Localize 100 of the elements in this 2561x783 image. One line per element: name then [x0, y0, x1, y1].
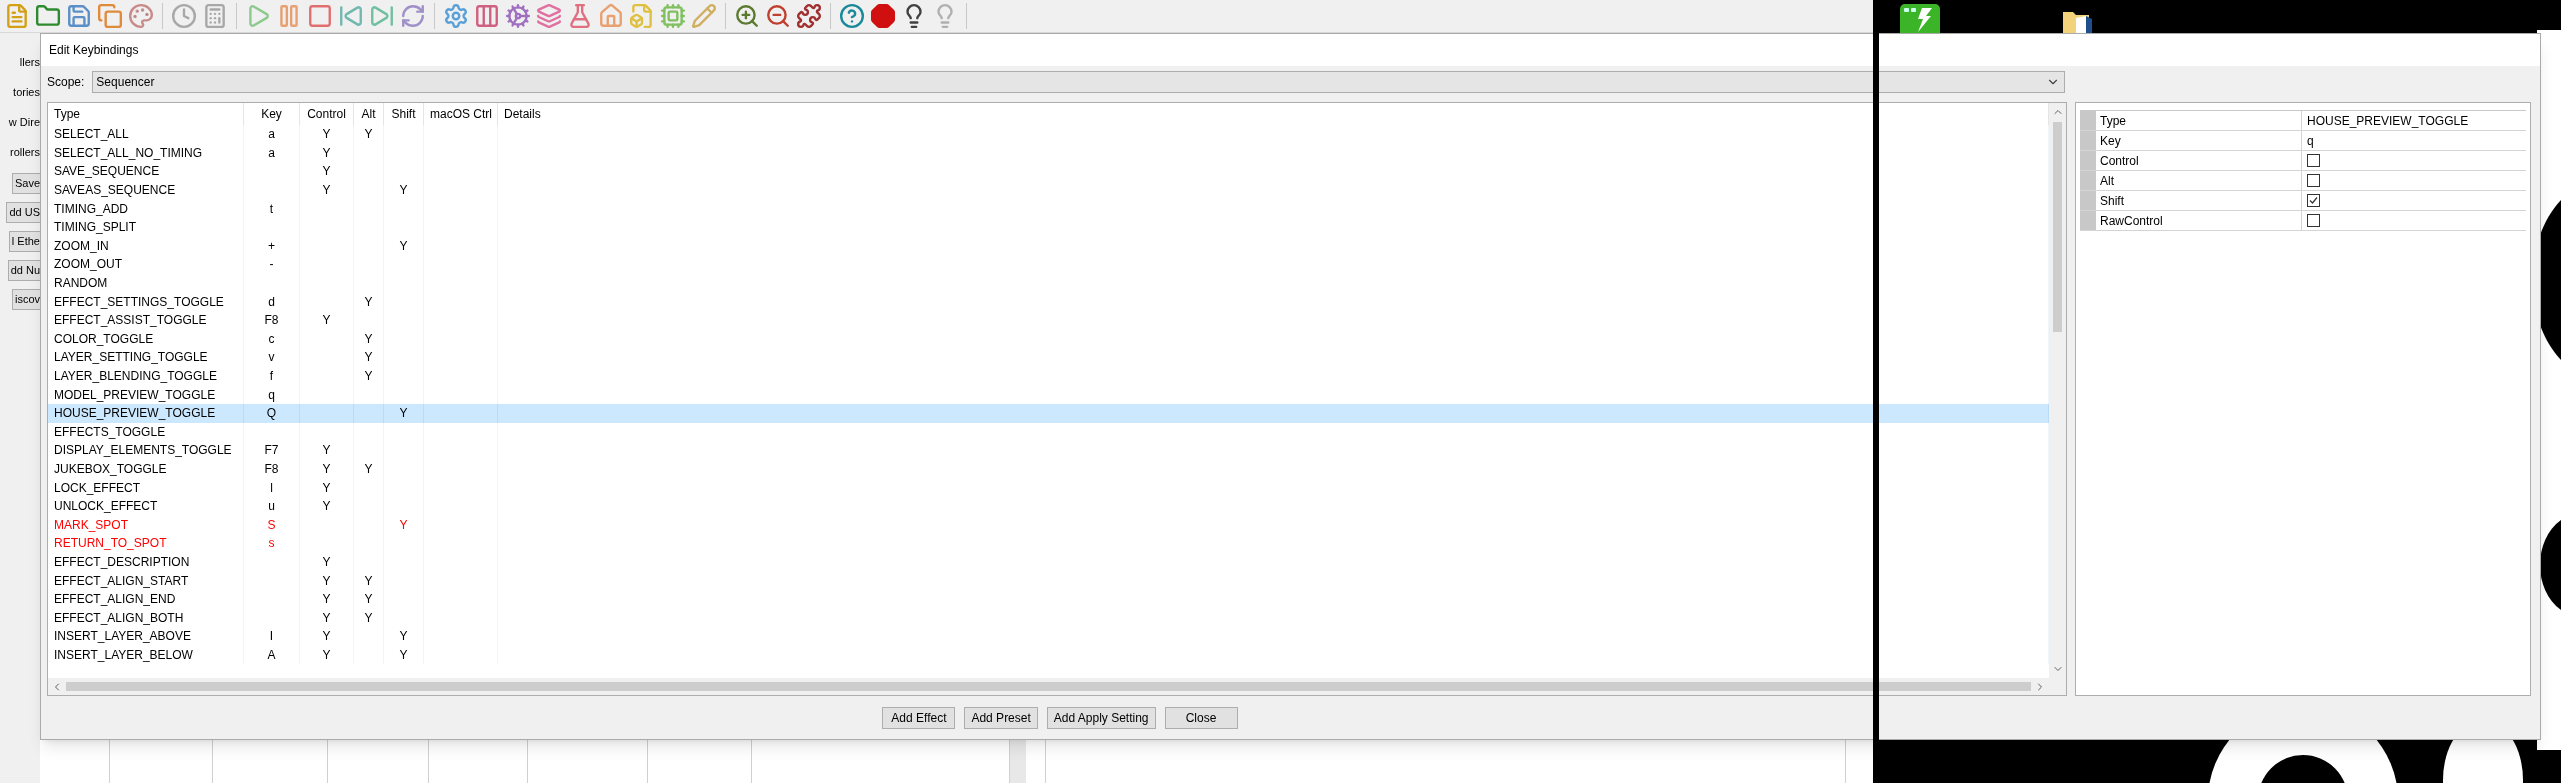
table-cell-text: S [267, 516, 276, 534]
table-row[interactable]: HOUSE_PREVIEW_TOGGLE Q Y [48, 403, 2049, 423]
table-cell-text: SAVEAS_SEQUENCE [54, 182, 176, 200]
checkbox[interactable] [2307, 214, 2320, 227]
zoom-out-icon[interactable] [765, 3, 791, 29]
palette-icon[interactable] [128, 3, 154, 29]
file-icon[interactable] [629, 3, 655, 29]
table-cell-text: t [269, 200, 274, 218]
side-button[interactable]: dd US [6, 202, 40, 223]
checkbox[interactable] [2307, 194, 2320, 207]
checkbox[interactable] [2307, 154, 2320, 167]
table-cell-text: RETURN_TO_SPOT [54, 535, 167, 553]
table-cell-text: q [268, 386, 275, 404]
dialog-button[interactable]: Close [1164, 706, 1238, 729]
pencil-icon[interactable] [691, 3, 717, 29]
table-cell-text: d [268, 293, 275, 311]
table-cell-text: INSERT_LAYER_ABOVE [54, 628, 191, 646]
table-cell-text: Y [399, 646, 408, 664]
gear-icon[interactable] [505, 3, 531, 29]
checkbox[interactable] [2307, 174, 2320, 187]
column-header[interactable]: Shift [391, 105, 416, 123]
table-cell-text: Y [322, 461, 331, 478]
table-cell-text: SELECT_ALL [54, 126, 129, 144]
side-button[interactable]: iscov [11, 289, 40, 310]
layers-icon[interactable] [536, 3, 562, 29]
column-header[interactable]: Key [261, 105, 282, 123]
zoom-in-icon[interactable] [734, 3, 760, 29]
refresh-icon[interactable] [400, 3, 426, 29]
dialog-button[interactable]: Add Effect [882, 706, 956, 729]
table-cell-text: Y [364, 461, 373, 478]
table-cell-text: v [268, 349, 275, 367]
table-cell-text: a [268, 144, 275, 162]
column-header[interactable]: Alt [361, 105, 376, 123]
table-cell-text: EFFECT_ALIGN_END [54, 591, 176, 609]
table-cell-text: s [268, 535, 275, 553]
table-cell-text: RANDOM [54, 275, 108, 293]
table-cell-text: Y [322, 591, 331, 609]
table-cell-text: Y [399, 405, 408, 423]
table-cell-text: l [270, 479, 273, 497]
clock-icon[interactable] [171, 3, 197, 29]
document-icon[interactable] [4, 3, 30, 29]
table-cell-text: ZOOM_IN [54, 237, 109, 255]
column-header[interactable]: Control [307, 105, 346, 123]
dialog-button[interactable]: Add Preset [964, 706, 1038, 729]
horizontal-scrollbar[interactable] [48, 678, 2066, 695]
table-cell-text: EFFECT_ALIGN_START [54, 572, 189, 590]
table-cell-text: + [268, 237, 275, 255]
table-cell-text: Y [322, 479, 331, 497]
table-cell-text: Y [322, 182, 331, 200]
table-cell-text: Y [322, 572, 331, 590]
table-cell-text: Y [399, 182, 408, 200]
table-cell-text: EFFECT_ALIGN_BOTH [54, 609, 184, 627]
table-cell-text: INSERT_LAYER_BELOW [54, 646, 193, 664]
column-header[interactable]: Details [504, 105, 541, 123]
columns-icon[interactable] [474, 3, 500, 29]
table-cell-text: u [268, 498, 275, 516]
table-cell-text: TIMING_ADD [54, 200, 128, 218]
table-cell-text: Y [364, 591, 373, 609]
column-header[interactable]: Type [54, 105, 80, 123]
table-cell-text: Y [322, 628, 331, 646]
stop-icon[interactable] [307, 3, 333, 29]
help-icon[interactable] [839, 3, 865, 29]
side-label: rollers [10, 145, 40, 160]
octagon-icon[interactable] [870, 3, 896, 29]
table-cell-text: EFFECT_DESCRIPTION [54, 553, 190, 571]
property-name: Alt [2100, 172, 2114, 190]
property-value[interactable]: HOUSE_PREVIEW_TOGGLE [2307, 111, 2469, 130]
table-cell-text: F7 [264, 442, 279, 460]
column-header[interactable]: macOS Ctrl [430, 105, 492, 123]
settings-icon[interactable] [443, 3, 469, 29]
side-button[interactable]: dd Nu [7, 260, 40, 281]
skip-back-icon[interactable] [338, 3, 364, 29]
table-cell-text: Y [322, 312, 331, 330]
side-button[interactable]: l Ethe [8, 231, 40, 252]
skip-forward-icon[interactable] [369, 3, 395, 29]
flask-icon[interactable] [567, 3, 593, 29]
save-icon[interactable] [66, 3, 92, 29]
table-cell-text: MODEL_PREVIEW_TOGGLE [54, 386, 216, 404]
table-cell-text: LAYER_SETTING_TOGGLE [54, 349, 208, 367]
table-cell-text: Y [364, 349, 373, 367]
table-cell-text: SELECT_ALL_NO_TIMING [54, 144, 203, 162]
scope-dropdown[interactable]: Sequencer [92, 71, 2066, 93]
property-name: Type [2100, 112, 2126, 130]
property-value[interactable]: q [2307, 131, 2314, 150]
dialog-button[interactable]: Add Apply Setting [1046, 706, 1156, 729]
chip-icon[interactable] [660, 3, 686, 29]
scrollbar-thumb[interactable] [2053, 122, 2062, 332]
property-name: Key [2100, 132, 2121, 150]
table-cell-text: Y [364, 572, 373, 590]
puzzle-icon[interactable] [796, 3, 822, 29]
house-icon[interactable] [598, 3, 624, 29]
table-cell-text: DISPLAY_ELEMENTS_TOGGLE [54, 442, 232, 460]
table-cell-text: Y [364, 368, 373, 385]
vertical-scrollbar[interactable] [2049, 103, 2066, 678]
copy-icon[interactable] [97, 3, 123, 29]
table-cell-text: - [269, 256, 274, 274]
calculator-icon[interactable] [202, 3, 228, 29]
side-button[interactable]: Save [11, 173, 40, 194]
scrollbar-thumb[interactable] [66, 682, 2031, 691]
table-cell-text: f [269, 368, 274, 385]
